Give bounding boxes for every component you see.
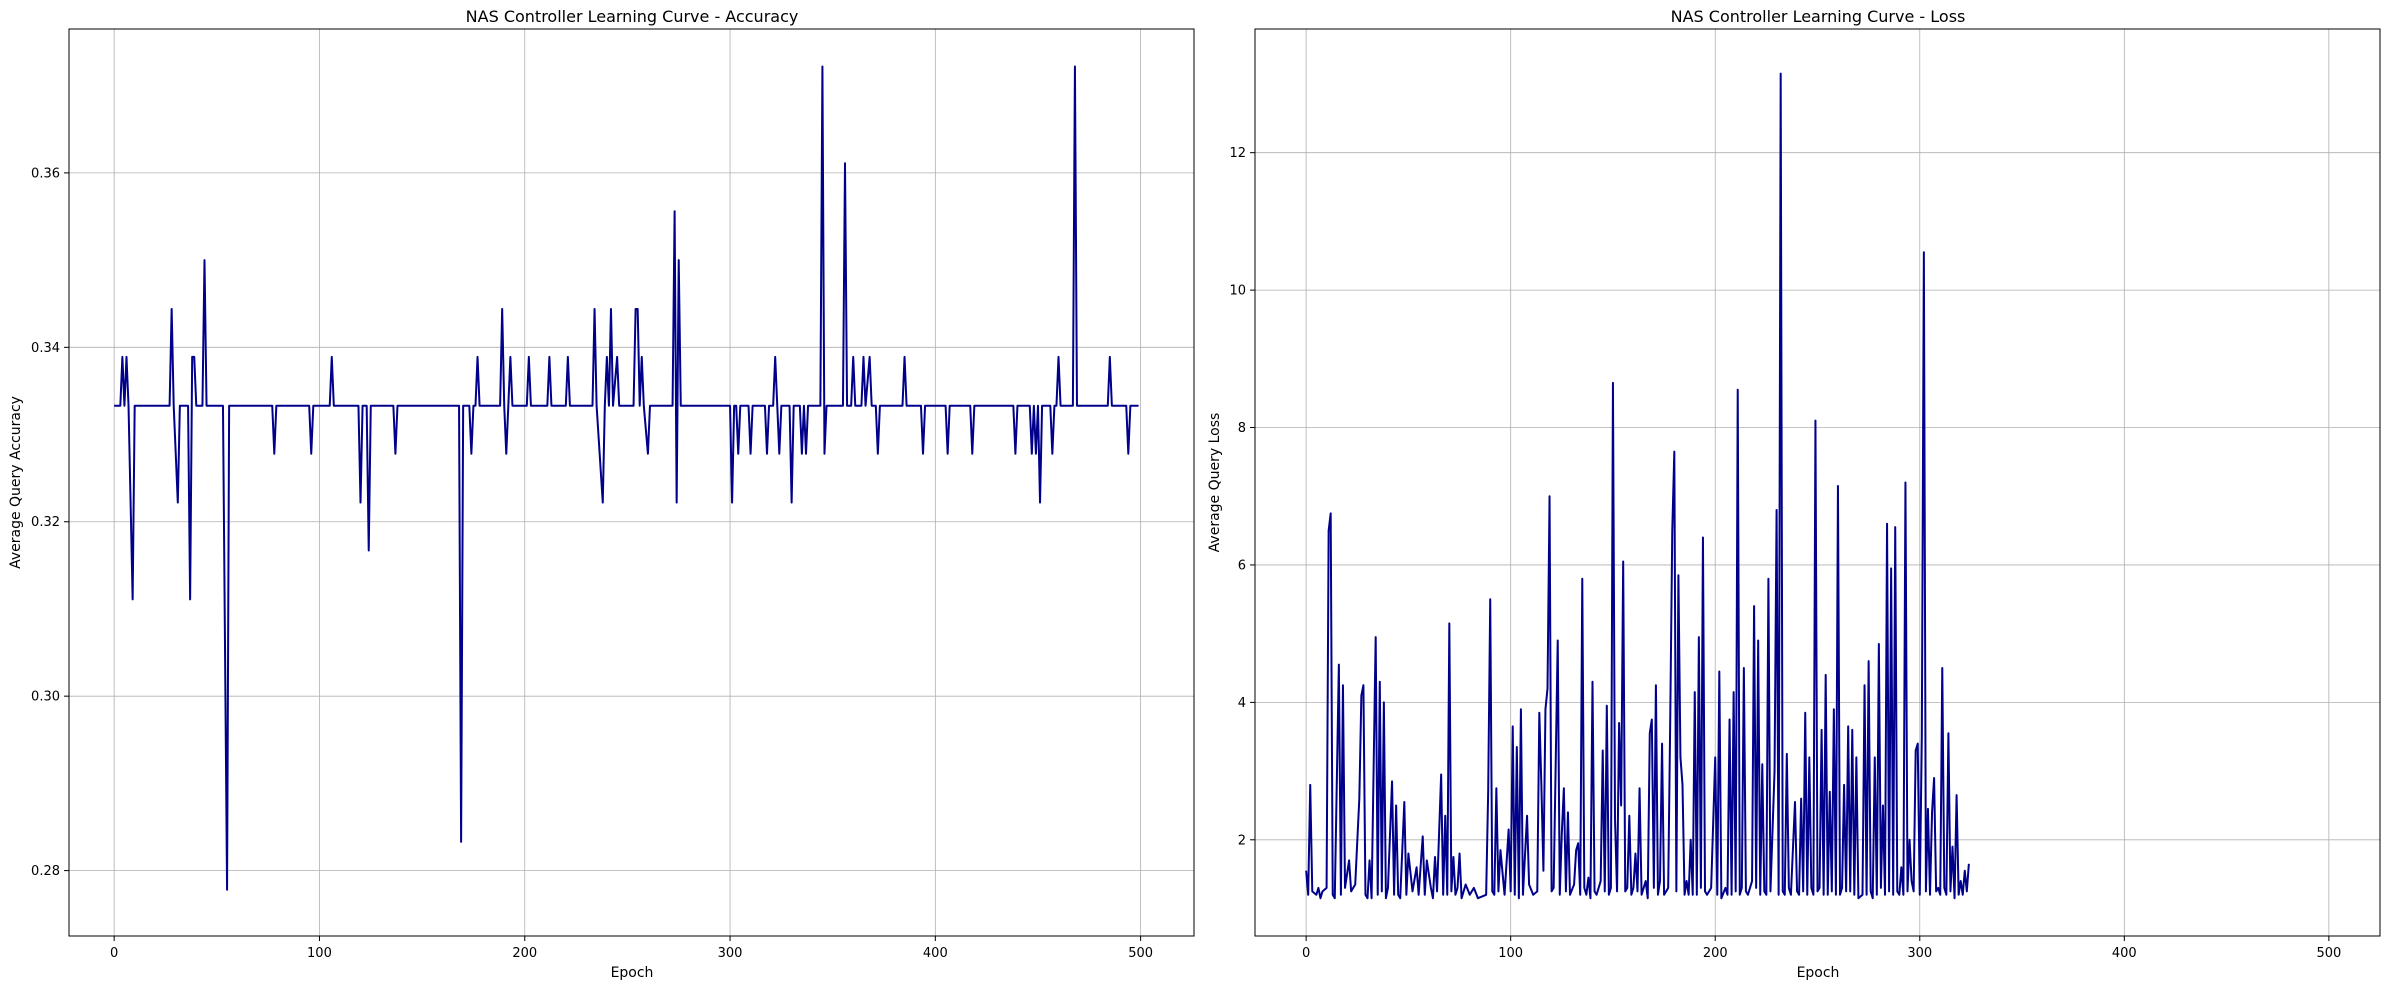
accuracy-x-tick-label: 100 bbox=[307, 946, 332, 961]
loss-chart-title: NAS Controller Learning Curve - Loss bbox=[1671, 7, 1966, 26]
loss-y-tick-label: 12 bbox=[1229, 146, 1246, 161]
loss-x-tick-label: 100 bbox=[1498, 946, 1523, 961]
loss-x-tick-label: 500 bbox=[2316, 946, 2341, 961]
accuracy-x-tick-label: 300 bbox=[718, 946, 743, 961]
accuracy-x-tick-label: 400 bbox=[923, 946, 948, 961]
loss-y-tick-label: 6 bbox=[1238, 558, 1246, 573]
accuracy-x-tick-label: 200 bbox=[512, 946, 537, 961]
loss-y-tick-label: 4 bbox=[1238, 696, 1246, 711]
loss-x-tick-label: 0 bbox=[1302, 946, 1310, 961]
accuracy-x-tick-label: 500 bbox=[1128, 946, 1153, 961]
accuracy-y-tick-label: 0.36 bbox=[31, 166, 60, 181]
loss-y-tick-label: 10 bbox=[1229, 284, 1246, 299]
accuracy-x-axis-label: Epoch bbox=[611, 965, 654, 981]
loss-x-tick-label: 400 bbox=[2112, 946, 2137, 961]
accuracy-y-tick-label: 0.30 bbox=[31, 690, 60, 705]
figure: NAS Controller Learning Curve - Accuracy… bbox=[0, 0, 2390, 989]
accuracy-y-tick-label: 0.34 bbox=[31, 341, 60, 356]
accuracy-y-tick-label: 0.28 bbox=[31, 864, 60, 879]
loss-x-axis-label: Epoch bbox=[1797, 965, 1840, 981]
loss-y-tick-label: 2 bbox=[1238, 833, 1246, 848]
accuracy-y-axis-label: Average Query Accuracy bbox=[8, 396, 24, 569]
accuracy-x-tick-label: 0 bbox=[110, 946, 118, 961]
accuracy-chart-title: NAS Controller Learning Curve - Accuracy bbox=[466, 7, 799, 26]
accuracy-y-tick-label: 0.32 bbox=[31, 515, 60, 530]
loss-y-tick-label: 8 bbox=[1238, 421, 1246, 436]
loss-x-tick-label: 300 bbox=[1907, 946, 1932, 961]
loss-y-axis-label: Average Query Loss bbox=[1207, 413, 1223, 553]
loss-x-tick-label: 200 bbox=[1703, 946, 1728, 961]
